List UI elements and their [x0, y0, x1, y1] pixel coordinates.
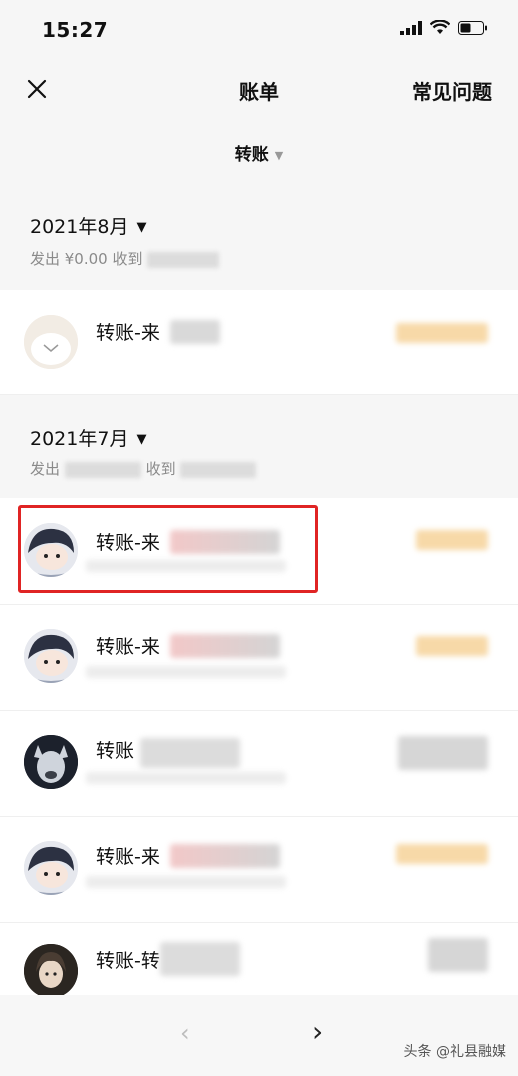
chevron-down-icon: ▼ — [136, 220, 147, 235]
cartoon-avatar-icon — [24, 629, 78, 683]
amount-redacted — [428, 938, 488, 972]
anime-avatar-icon — [24, 944, 78, 998]
name-redacted — [170, 634, 280, 658]
summary-out: 发出 — [30, 460, 61, 478]
summary-in-amount-redacted — [180, 461, 257, 478]
month-header-aug[interactable]: 2021年8月 ▼ — [30, 212, 146, 239]
month-summary-aug: 发出 ¥0.00 收到 — [30, 248, 220, 269]
avatar — [24, 841, 78, 895]
time-redacted — [86, 666, 286, 678]
bunny-avatar-icon — [24, 315, 78, 369]
avatar — [24, 629, 78, 683]
avatar — [24, 315, 78, 369]
name-redacted — [170, 844, 280, 868]
nav-bar: 账单 常见问题 — [0, 60, 518, 120]
transaction-title: 转账-来 — [96, 322, 160, 344]
transaction-title: 转账 — [96, 740, 135, 762]
forward-button[interactable]: › — [312, 1015, 323, 1048]
list-item[interactable]: 转账-来 — [0, 604, 518, 711]
name-redacted — [140, 738, 240, 768]
highlight-box — [18, 505, 318, 593]
filter-label: 转账 — [234, 145, 269, 165]
amount-redacted — [416, 636, 488, 656]
status-bar: 15:27 — [0, 0, 518, 60]
month-label: 2021年8月 — [30, 216, 129, 238]
month-label: 2021年7月 — [30, 428, 129, 450]
transaction-title: 转账-来 — [96, 846, 160, 868]
month-header-jul[interactable]: 2021年7月 ▼ — [30, 424, 146, 451]
type-filter[interactable]: 转账 ▼ — [0, 140, 518, 165]
month-summary-jul: 发出 收到 — [30, 458, 257, 479]
transaction-title: 转账-来 — [96, 636, 160, 658]
cartoon-avatar-icon — [24, 841, 78, 895]
faq-link[interactable]: 常见问题 — [412, 76, 492, 105]
amount-redacted — [396, 323, 488, 343]
name-redacted — [170, 320, 220, 344]
time-redacted — [86, 876, 286, 888]
status-time: 15:27 — [42, 18, 109, 42]
avatar — [24, 735, 78, 789]
summary-in: 收到 — [145, 460, 176, 478]
summary-in: 收到 — [112, 250, 143, 268]
summary-out-amount-redacted — [64, 461, 141, 478]
summary-in-amount-redacted — [147, 251, 220, 268]
caret-down-icon: ▼ — [274, 148, 284, 162]
dog-avatar-icon — [24, 735, 78, 789]
chevron-down-icon: ▼ — [136, 432, 147, 447]
avatar — [24, 944, 78, 998]
list-item[interactable]: 转账-来 — [0, 816, 518, 923]
status-icons — [400, 20, 488, 35]
list-item[interactable]: 转账 — [0, 710, 518, 817]
wifi-icon — [430, 20, 450, 34]
name-redacted — [160, 942, 240, 976]
amount-redacted — [398, 736, 488, 770]
list-item[interactable]: 转账-来 — [0, 290, 518, 395]
transaction-list-aug: 转账-来 — [0, 290, 518, 395]
time-redacted — [86, 772, 286, 784]
amount-redacted — [416, 530, 488, 550]
watermark: 头条 @礼县融媒 — [403, 1044, 506, 1060]
bottom-toolbar: ‹ › 头条 @礼县融媒 — [0, 995, 518, 1076]
summary-out: 发出 ¥0.00 — [30, 250, 108, 268]
battery-icon — [458, 20, 487, 35]
transaction-title: 转账-转 — [96, 950, 160, 972]
amount-redacted — [396, 844, 488, 864]
back-button[interactable]: ‹ — [180, 1019, 190, 1047]
signal-icon — [400, 20, 422, 35]
